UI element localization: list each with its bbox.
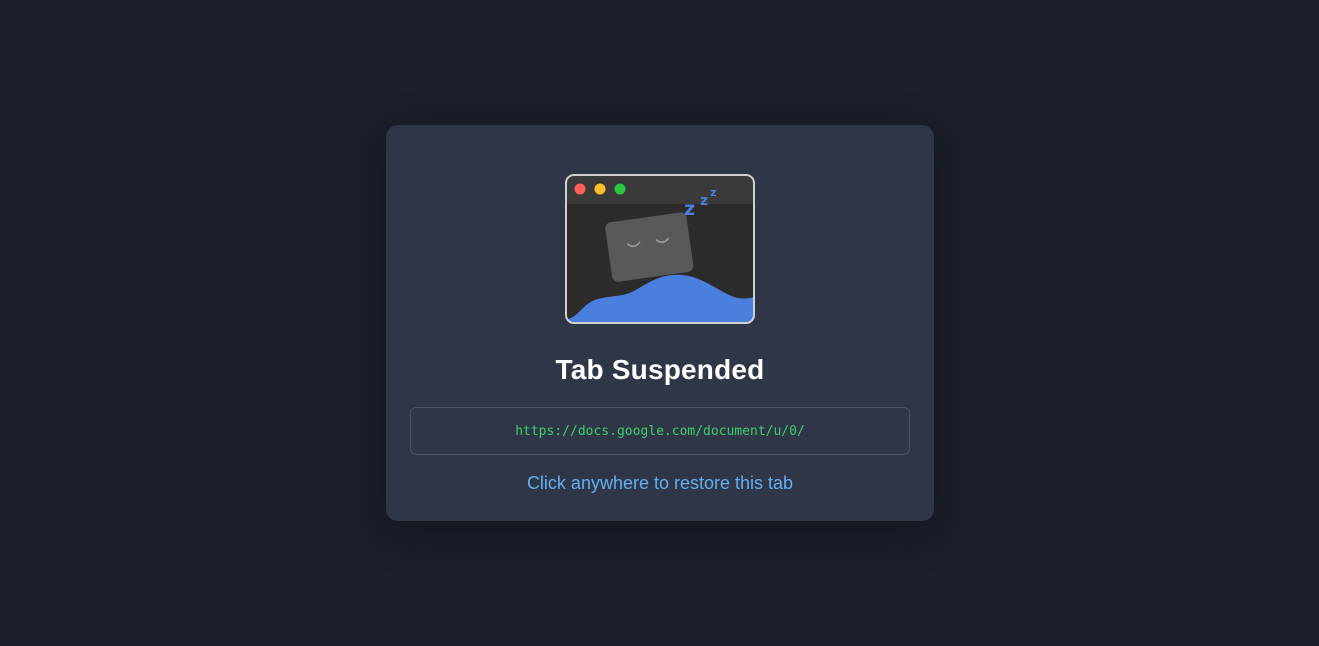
suspended-url-box: https://docs.google.com/document/u/0/ (410, 407, 910, 455)
restore-hint[interactable]: Click anywhere to restore this tab (386, 471, 934, 495)
sleeping-face-icon (605, 212, 694, 282)
suspended-page-background[interactable]: { "page": { "title": "Tab Suspended", "u… (0, 0, 1319, 646)
maximize-dot-icon (614, 183, 626, 195)
minimize-dot-icon (594, 183, 606, 195)
svg-text:z: z (710, 186, 716, 199)
suspended-card[interactable]: z z z Tab Suspended https://docs.google.… (386, 125, 934, 521)
page-title: Tab Suspended (555, 354, 765, 385)
svg-text:z: z (684, 198, 695, 220)
suspended-url: https://docs.google.com/document/u/0/ (515, 423, 805, 439)
close-dot-icon (574, 183, 586, 195)
svg-text:z: z (700, 193, 708, 209)
sleeping-tab-icon: z z z (564, 173, 756, 325)
